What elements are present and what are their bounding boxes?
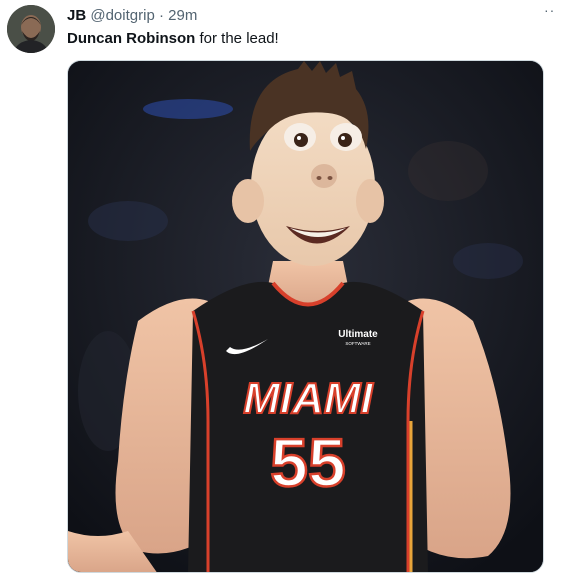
jersey-number-text: 55 xyxy=(270,425,346,501)
author-name[interactable]: JB xyxy=(67,7,86,24)
tweet-card[interactable]: JB @doitgrip · 29m ·· Duncan Robinson fo… xyxy=(0,0,564,581)
sponsor-text: Ultimate xyxy=(338,329,378,340)
author-handle[interactable]: @doitgrip xyxy=(90,7,154,24)
jersey-city-text: MIAMI xyxy=(243,374,373,423)
tweet-text-bold: Duncan Robinson xyxy=(67,30,196,47)
tweet-text: Duncan Robinson for the lead! xyxy=(67,29,279,48)
header-separator: · xyxy=(158,7,164,24)
more-dots-icon[interactable]: ·· xyxy=(544,3,558,19)
sponsor-subtext: SOFTWARE xyxy=(345,341,370,346)
tweet-text-rest: for the lead! xyxy=(195,30,279,47)
tweet-header: JB @doitgrip · 29m xyxy=(67,6,197,25)
author-avatar[interactable] xyxy=(7,5,55,53)
tweet-media-image[interactable]: Ultimate SOFTWARE MIAMI 55 xyxy=(67,60,544,573)
tweet-timestamp[interactable]: 29m xyxy=(168,7,197,24)
